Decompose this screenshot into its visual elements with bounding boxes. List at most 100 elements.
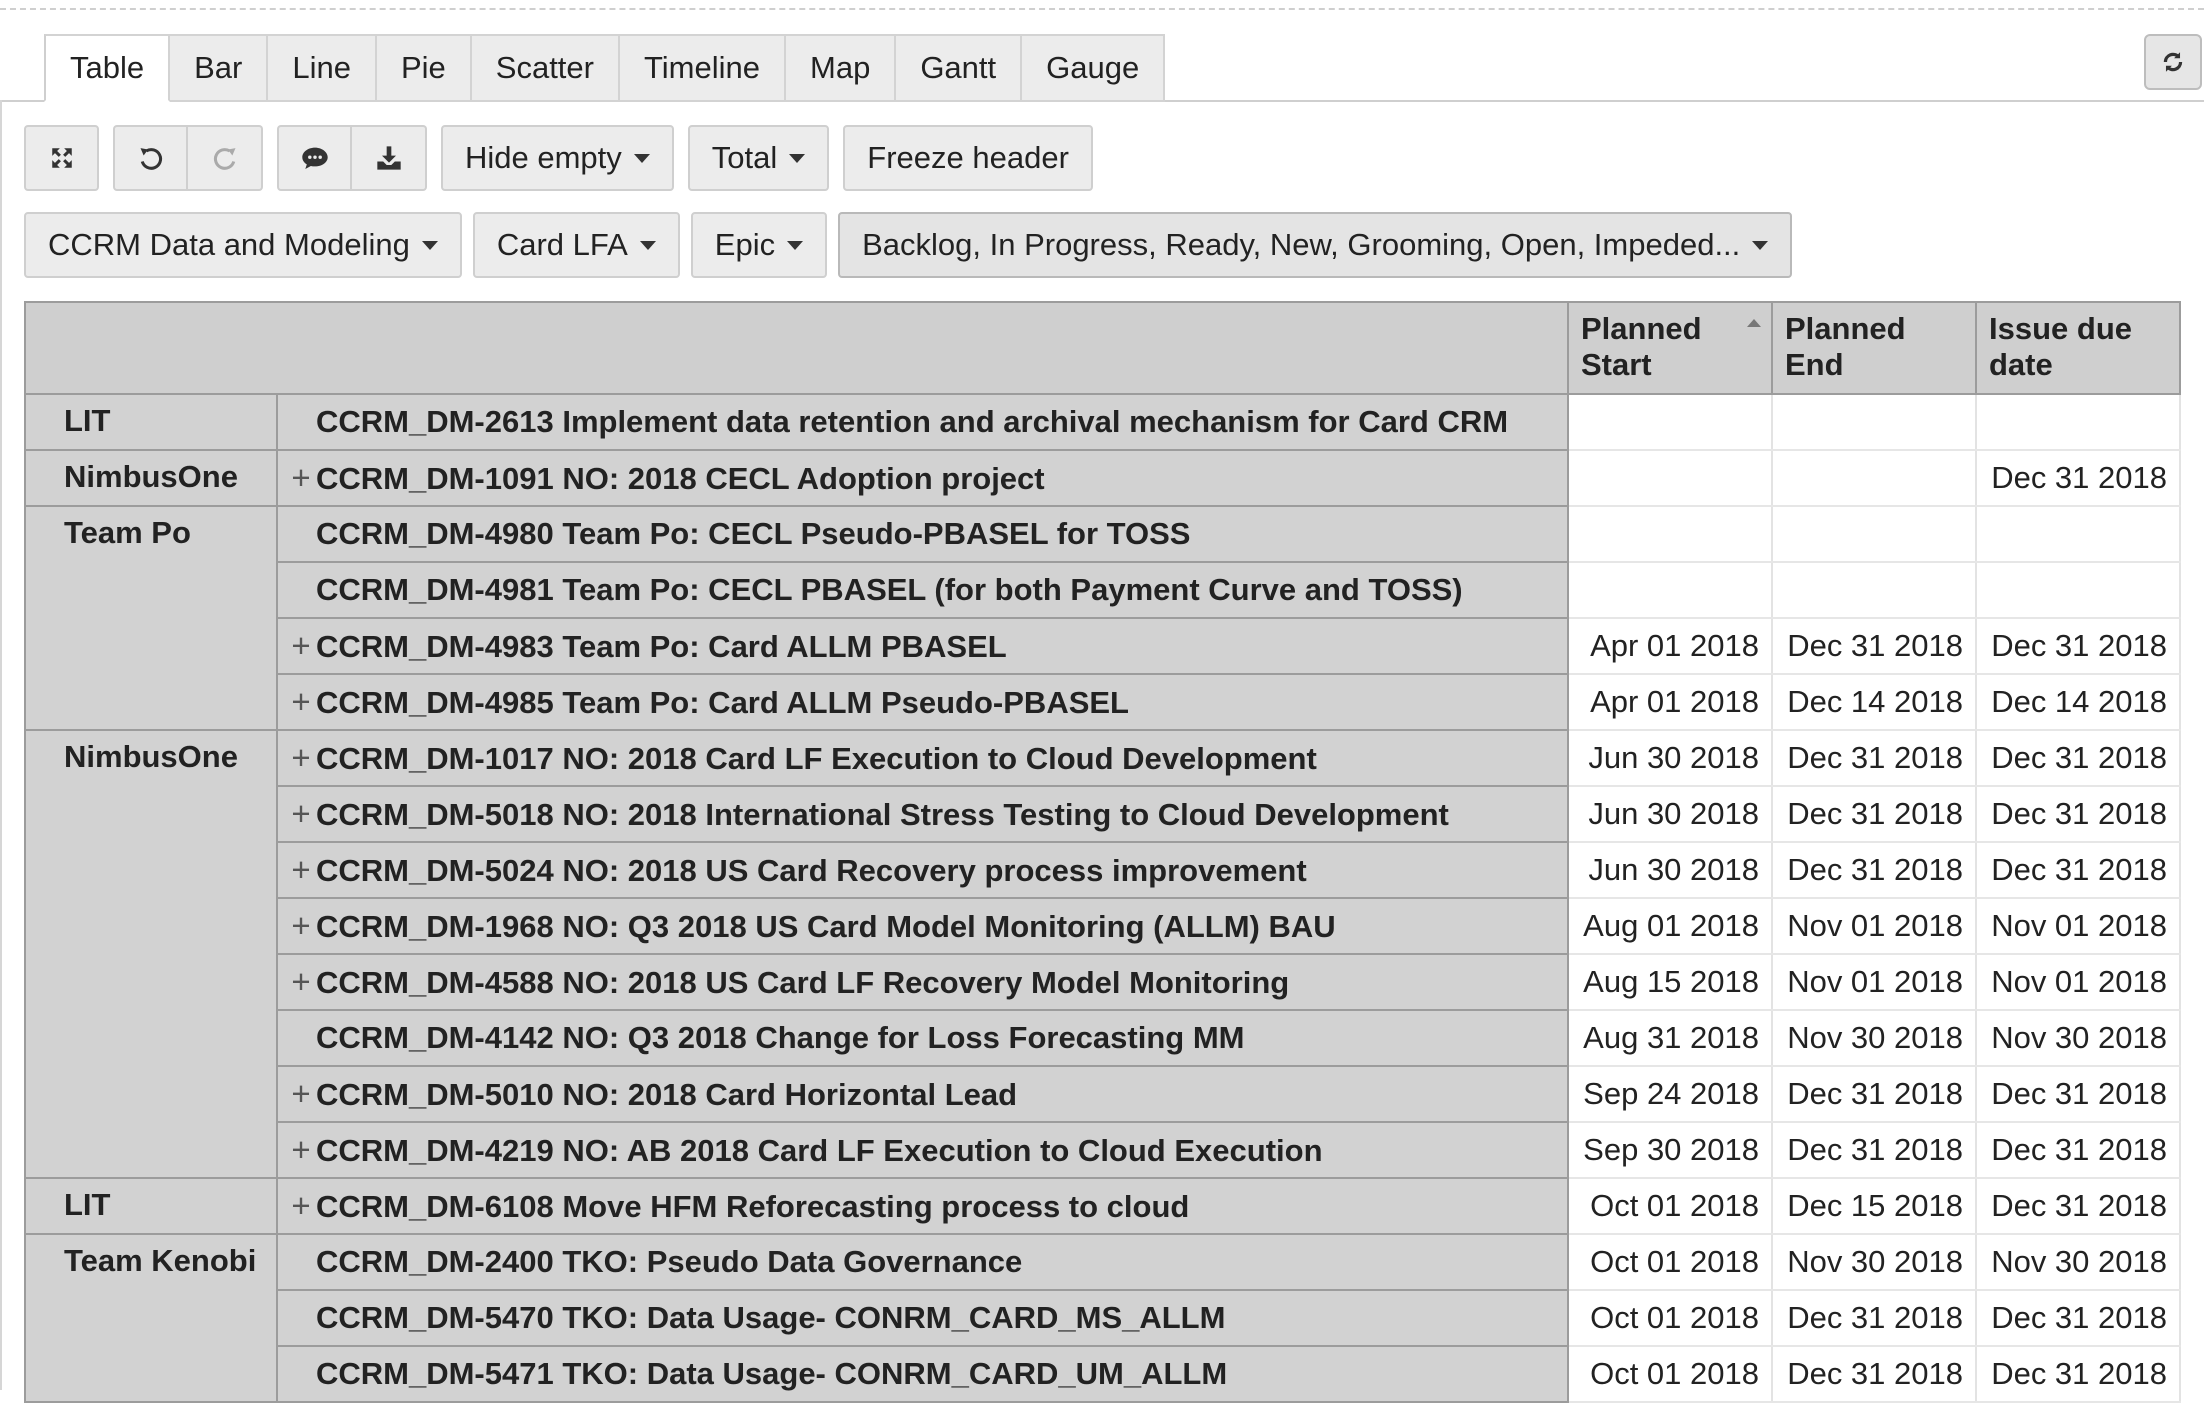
issue-label[interactable]: CCRM_DM-4588 NO: 2018 US Card LF Recover… [316, 965, 1289, 1000]
project-dropdown[interactable]: CCRM Data and Modeling [24, 212, 462, 278]
row-group-label: LIT [24, 1177, 278, 1235]
cell-due: Nov 01 2018 [1975, 953, 2181, 1011]
cell-due: Dec 31 2018 [1975, 1289, 2181, 1347]
cell-end: Dec 31 2018 [1771, 1289, 1977, 1347]
expand-icon[interactable]: + [286, 627, 316, 665]
chevron-down-icon [789, 153, 806, 163]
download-button[interactable] [352, 125, 427, 191]
cell-due: Dec 31 2018 [1975, 785, 2181, 843]
tab-bar[interactable]: Bar [170, 34, 269, 102]
issue-label[interactable]: CCRM_DM-6108 Move HFM Reforecasting proc… [316, 1189, 1189, 1224]
column-header-issue-due-date[interactable]: Issue due date [1975, 301, 2181, 395]
chevron-down-icon [421, 240, 438, 250]
table-row: + CCRM_DM-4983 Team Po: Card ALLM PBASEL A… [25, 617, 2181, 675]
cell-start: Oct 01 2018 [1567, 1177, 1773, 1235]
undo-icon [140, 148, 162, 170]
row-group-label: NimbusOne [24, 729, 278, 1179]
expand-icon[interactable]: + [286, 459, 316, 497]
column-header-planned-end[interactable]: Planned End [1771, 301, 1977, 395]
chevron-down-icon [787, 240, 804, 250]
total-label: Total [711, 140, 778, 175]
comment-button[interactable] [277, 125, 352, 191]
cell-start: Oct 01 2018 [1567, 1345, 1773, 1403]
cell-due [1975, 393, 2181, 451]
cell-end: Dec 31 2018 [1771, 1121, 1977, 1179]
cell-due: Dec 14 2018 [1975, 673, 2181, 731]
expand-icon[interactable]: + [286, 1187, 316, 1225]
status-filter-dropdown[interactable]: Backlog, In Progress, Ready, New, Groomi… [838, 212, 1793, 278]
table-row: Team Kenobi CCRM_DM-2400 TKO: Pseudo Data… [24, 1233, 2181, 1403]
issue-label[interactable]: CCRM_DM-1091 NO: 2018 CECL Adoption proj… [316, 461, 1045, 496]
epic-dropdown[interactable]: Epic [690, 212, 828, 278]
cell-end: Dec 14 2018 [1771, 673, 1977, 731]
table-row: CCRM_DM-5471 TKO: Data Usage- CONRM_CARD… [25, 1345, 2181, 1403]
cell-end [1771, 505, 1977, 563]
expand-icon[interactable]: + [286, 739, 316, 777]
cell-due: Nov 30 2018 [1975, 1233, 2181, 1291]
expand-icon[interactable]: + [286, 963, 316, 1001]
table-row: LIT + CCRM_DM-6108 Move HFM Reforecasting … [24, 1177, 2181, 1235]
cell-end: Nov 01 2018 [1771, 897, 1977, 955]
row-group-label: NimbusOne [24, 449, 278, 507]
issue-label[interactable]: CCRM_DM-5010 NO: 2018 Card Horizontal Le… [316, 1077, 1017, 1112]
table-row: CCRM_DM-4981 Team Po: CECL PBASEL (for b… [25, 561, 2181, 619]
row-header-corner [24, 301, 1569, 395]
expand-icon[interactable]: + [286, 795, 316, 833]
cell-due [1975, 561, 2181, 619]
expand-icon[interactable]: + [286, 1131, 316, 1169]
tab-timeline[interactable]: Timeline [620, 34, 786, 102]
card-lfa-dropdown[interactable]: Card LFA [472, 212, 680, 278]
freeze-header-button[interactable]: Freeze header [843, 125, 1093, 191]
cell-start: Oct 01 2018 [1567, 1289, 1773, 1347]
undo-button[interactable] [113, 125, 188, 191]
issue-label[interactable]: CCRM_DM-5470 TKO: Data Usage- CONRM_CARD… [316, 1300, 1225, 1335]
redo-button[interactable] [188, 125, 263, 191]
issue-label[interactable]: CCRM_DM-5471 TKO: Data Usage- CONRM_CARD… [316, 1356, 1227, 1391]
content-frame-border [0, 100, 2, 1390]
cell-due: Dec 31 2018 [1975, 1345, 2181, 1403]
cell-due: Nov 30 2018 [1975, 1009, 2181, 1067]
tab-scatter[interactable]: Scatter [471, 34, 620, 102]
chevron-down-icon [639, 240, 656, 250]
total-dropdown[interactable]: Total [687, 125, 830, 191]
dimension-filters: CCRM Data and Modeling Card LFA Epic Bac… [24, 212, 1793, 278]
hide-empty-dropdown[interactable]: Hide empty [441, 125, 674, 191]
tab-gantt[interactable]: Gantt [896, 34, 1023, 102]
expand-icon[interactable]: + [286, 683, 316, 721]
issue-label[interactable]: CCRM_DM-4980 Team Po: CECL Pseudo-PBASEL… [316, 516, 1190, 551]
issue-cell: CCRM_DM-4981 Team Po: CECL PBASEL (for b… [276, 561, 1569, 619]
column-header-planned-start[interactable]: Planned Start [1567, 301, 1773, 395]
table-row: CCRM_DM-5470 TKO: Data Usage- CONRM_CARD… [25, 1289, 2181, 1347]
chevron-down-icon [1752, 240, 1769, 250]
tab-table[interactable]: Table [44, 34, 171, 102]
issue-label[interactable]: CCRM_DM-1017 NO: 2018 Card LF Execution … [316, 741, 1317, 776]
issue-label[interactable]: CCRM_DM-4142 NO: Q3 2018 Change for Loss… [316, 1020, 1244, 1055]
table-row: Team Po CCRM_DM-4980 Team Po: CECL Pseudo… [24, 505, 2181, 731]
history-button-group [113, 125, 263, 191]
tab-pie[interactable]: Pie [376, 34, 472, 102]
issue-label[interactable]: CCRM_DM-4981 Team Po: CECL PBASEL (for b… [316, 572, 1463, 607]
tab-map[interactable]: Map [786, 34, 897, 102]
issue-label[interactable]: CCRM_DM-5024 NO: 2018 US Card Recovery p… [316, 853, 1307, 888]
cell-start: Jun 30 2018 [1567, 785, 1773, 843]
cell-end [1771, 561, 1977, 619]
issue-label[interactable]: CCRM_DM-4983 Team Po: Card ALLM PBASEL [316, 629, 1007, 664]
expand-icon[interactable]: + [286, 907, 316, 945]
issue-label[interactable]: CCRM_DM-2400 TKO: Pseudo Data Governance [316, 1244, 1022, 1279]
tab-line[interactable]: Line [268, 34, 377, 102]
expand-icon[interactable]: + [286, 851, 316, 889]
cell-end: Dec 31 2018 [1771, 729, 1977, 787]
refresh-button[interactable] [2144, 34, 2202, 90]
issue-label[interactable]: CCRM_DM-2613 Implement data retention an… [316, 404, 1508, 439]
cell-due [1975, 505, 2181, 563]
fullscreen-button[interactable] [24, 125, 99, 191]
tab-gauge[interactable]: Gauge [1022, 34, 1166, 102]
issue-label[interactable]: CCRM_DM-5018 NO: 2018 International Stre… [316, 797, 1449, 832]
cell-due: Dec 31 2018 [1975, 1065, 2181, 1123]
issue-label[interactable]: CCRM_DM-4219 NO: AB 2018 Card LF Executi… [316, 1133, 1323, 1168]
issue-label[interactable]: CCRM_DM-1968 NO: Q3 2018 US Card Model M… [316, 909, 1336, 944]
issue-label[interactable]: CCRM_DM-4985 Team Po: Card ALLM Pseudo-P… [316, 685, 1129, 720]
expand-icon[interactable]: + [286, 1075, 316, 1113]
project-label: CCRM Data and Modeling [48, 227, 410, 262]
issue-cell: CCRM_DM-5470 TKO: Data Usage- CONRM_CARD… [276, 1289, 1569, 1347]
